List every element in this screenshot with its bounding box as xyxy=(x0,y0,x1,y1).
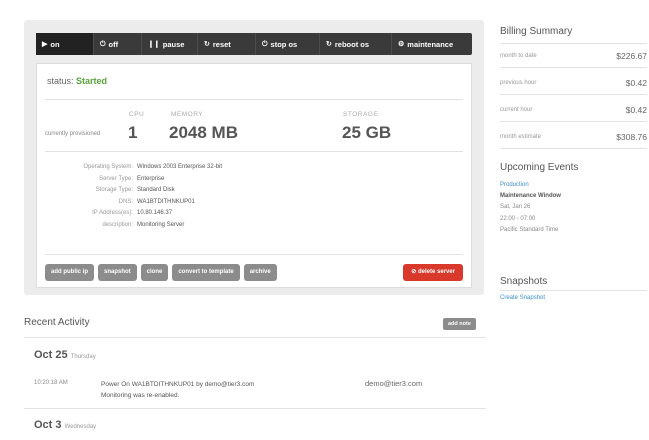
upcoming-event: Production Maintenance Window Sat, Jan 2… xyxy=(500,180,561,236)
detail-row: DNS: WA1BTDITHNKUP01 xyxy=(118,198,195,205)
reset-button[interactable]: ↻ reset xyxy=(198,33,256,55)
billing-row: month estimate $308.76 xyxy=(500,125,647,149)
upcoming-events-title: Upcoming Events xyxy=(500,162,579,173)
cpu-label: CPU xyxy=(129,111,145,118)
recent-activity-title: Recent Activity xyxy=(24,317,90,328)
divider xyxy=(45,99,463,100)
event-name: Maintenance Window xyxy=(500,193,561,200)
billing-row: current hour $0.42 xyxy=(500,98,647,122)
gear-icon: ⚙ xyxy=(398,40,405,48)
activity-day: Oct 3 Wednesday xyxy=(34,419,97,431)
server-status: status: Started xyxy=(47,76,108,86)
power-icon: ⏻ xyxy=(262,40,268,48)
divider xyxy=(45,254,463,255)
divider xyxy=(45,151,463,152)
event-user: demo@tier3.com xyxy=(365,379,423,388)
play-icon: ▶ xyxy=(42,40,48,48)
detail-row: IP Address(es): 10.80.146.37 xyxy=(92,210,173,217)
memory-value: 2048 MB xyxy=(169,123,238,142)
status-badge: Started xyxy=(76,76,108,86)
detail-row: Server Type: Enterprise xyxy=(99,175,165,182)
reboot-icon: ↻ xyxy=(326,40,332,48)
activity-day: Oct 25 Thursday xyxy=(34,349,96,361)
event-timezone: Pacific Standard Time xyxy=(500,226,559,233)
event-link[interactable]: Production xyxy=(500,180,561,191)
billing-summary-title: Billing Summary xyxy=(500,26,573,37)
detail-row: description: Monitoring Server xyxy=(102,221,185,228)
reboot-os-button[interactable]: ↻ reboot os xyxy=(320,33,392,55)
detail-row: Storage Type: Standard Disk xyxy=(95,187,175,194)
off-button[interactable]: ⏻ off xyxy=(94,33,142,55)
billing-row: previous hour $0.42 xyxy=(500,71,647,95)
storage-label: STORAGE xyxy=(343,111,379,118)
reset-icon: ↻ xyxy=(204,40,210,48)
add-note-button[interactable]: add note xyxy=(443,318,476,330)
power-icon: ⏻ xyxy=(100,40,106,48)
convert-to-template-button[interactable]: convert to template xyxy=(172,264,240,281)
event-time: 10:20:18 AM xyxy=(34,380,68,386)
clone-button[interactable]: clone xyxy=(140,264,169,281)
archive-button[interactable]: archive xyxy=(243,264,277,281)
server-details-panel: status: Started currently provisioned CP… xyxy=(36,63,472,288)
add-public-ip-button[interactable]: add public ip xyxy=(45,264,94,281)
divider xyxy=(500,290,647,291)
provisioned-label: currently provisioned xyxy=(45,131,101,137)
server-details-list: Operating System: Windows 2003 Enterprise… xyxy=(45,162,222,232)
delete-server-button[interactable]: ⊘ delete server xyxy=(403,264,463,281)
stop-os-button[interactable]: ⏻ stop os xyxy=(256,33,320,55)
power-toolbar: ▶ on ⏻ off ❙❙ pause ↻ reset ⏻ stop os ↻ reboot… xyxy=(36,33,472,55)
snapshot-button[interactable]: snapshot xyxy=(98,264,137,281)
detail-row: Operating System: Windows 2003 Enterprise… xyxy=(83,164,223,170)
server-actions: add public ip snapshot clone convert to … xyxy=(45,264,277,281)
storage-value: 25 GB xyxy=(342,123,392,142)
divider xyxy=(24,408,486,409)
billing-row: month to date $226.67 xyxy=(500,44,647,68)
memory-label: MEMORY xyxy=(171,111,204,118)
pause-button[interactable]: ❙❙ pause xyxy=(142,33,198,55)
create-snapshot-link[interactable]: Create Snapshot xyxy=(500,295,545,301)
on-button[interactable]: ▶ on xyxy=(36,33,94,55)
divider xyxy=(24,337,486,338)
delete-icon: ⊘ xyxy=(411,269,417,275)
event-text: Power On WA1BTDITHNKUP01 by demo@tier3.c… xyxy=(101,381,255,399)
event-date: Sat, Jan 26 xyxy=(500,204,531,211)
event-time-range: 22:00 - 07:00 xyxy=(500,215,536,222)
maintenance-button[interactable]: ⚙ maintenance xyxy=(392,33,472,55)
pause-icon: ❙❙ xyxy=(148,40,160,48)
snapshots-title: Snapshots xyxy=(500,276,548,287)
cpu-value: 1 xyxy=(128,123,138,142)
